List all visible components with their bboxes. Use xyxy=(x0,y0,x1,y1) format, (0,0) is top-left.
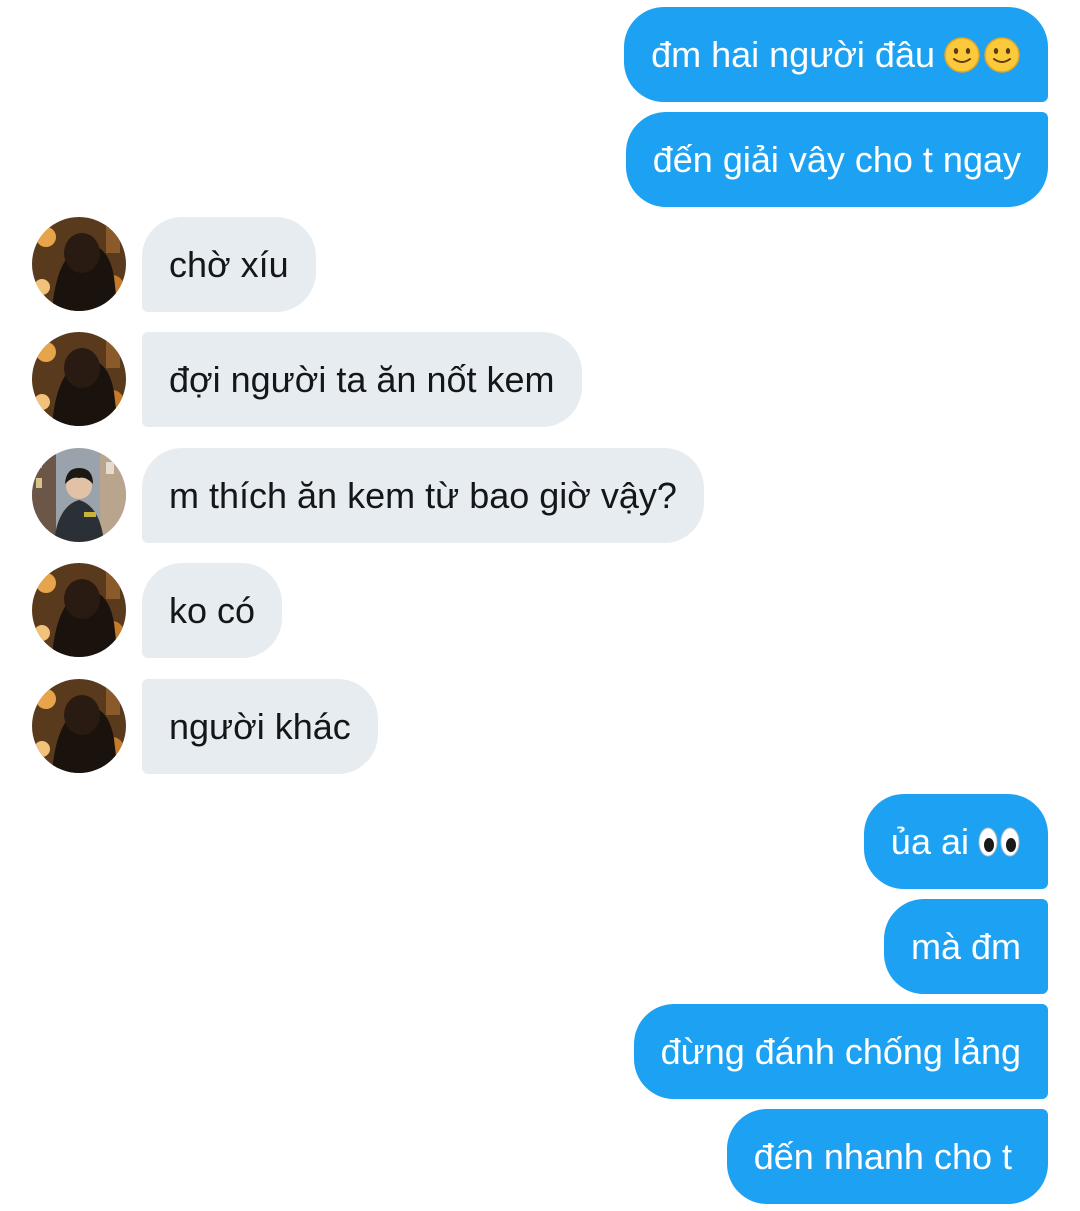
message-bubble-incoming[interactable]: người khác xyxy=(142,679,378,774)
message-text: chờ xíu xyxy=(169,243,289,285)
message-row-incoming: người khác xyxy=(0,679,1080,774)
message-text: đm hai người đâu xyxy=(651,33,935,75)
message-text: đến nhanh cho t xyxy=(753,1135,1012,1177)
avatar[interactable] xyxy=(32,217,126,311)
message-row-incoming: đợi người ta ăn nốt kem xyxy=(0,332,1080,427)
avatar[interactable] xyxy=(32,448,126,542)
message-bubble-outgoing[interactable]: đến nhanh cho t xyxy=(726,1109,1048,1204)
avatar[interactable] xyxy=(32,679,126,773)
message-row-outgoing: đm hai người đâu xyxy=(0,7,1080,102)
message-text: mà đm xyxy=(910,925,1021,967)
message-bubble-incoming[interactable]: chờ xíu xyxy=(142,217,316,312)
message-bubble-incoming[interactable]: đợi người ta ăn nốt kem xyxy=(142,332,582,427)
message-row-incoming: ko có xyxy=(0,563,1080,658)
message-row-outgoing: đừng đánh chống lảng xyxy=(0,1004,1080,1099)
avatar[interactable] xyxy=(32,332,126,426)
message-bubble-outgoing[interactable]: đm hai người đâu xyxy=(624,7,1048,102)
slightly-smiling-face-icon xyxy=(943,36,981,74)
message-text: m thích ăn kem từ bao giờ vậy? xyxy=(169,474,677,516)
message-row-outgoing: đến giải vây cho t ngay xyxy=(0,112,1080,207)
message-row-outgoing: ủa ai xyxy=(0,794,1080,889)
message-text: đến giải vây cho t ngay xyxy=(652,138,1021,180)
message-bubble-outgoing[interactable]: đừng đánh chống lảng xyxy=(633,1004,1048,1099)
message-row-incoming: m thích ăn kem từ bao giờ vậy? xyxy=(0,448,1080,543)
message-bubble-outgoing[interactable]: ủa ai xyxy=(863,794,1048,889)
message-text: ủa ai xyxy=(890,820,969,862)
message-bubble-incoming[interactable]: ko có xyxy=(142,563,283,658)
message-text: ko có xyxy=(169,589,256,631)
eyes-icon xyxy=(977,825,1021,859)
message-bubble-incoming[interactable]: m thích ăn kem từ bao giờ vậy? xyxy=(142,448,704,543)
message-row-incoming: chờ xíu xyxy=(0,217,1080,312)
message-text: người khác xyxy=(169,705,351,747)
message-text: đừng đánh chống lảng xyxy=(660,1030,1021,1072)
avatar[interactable] xyxy=(32,563,126,657)
message-bubble-outgoing[interactable]: mà đm xyxy=(883,899,1048,994)
chat-thread: đm hai người đâu đến giải vây cho t ngay… xyxy=(0,0,1080,1211)
message-row-outgoing: mà đm xyxy=(0,899,1080,994)
message-row-outgoing: đến nhanh cho t xyxy=(0,1109,1080,1204)
message-text: đợi người ta ăn nốt kem xyxy=(169,358,555,400)
message-bubble-outgoing[interactable]: đến giải vây cho t ngay xyxy=(625,112,1048,207)
slightly-smiling-face-icon xyxy=(983,36,1021,74)
